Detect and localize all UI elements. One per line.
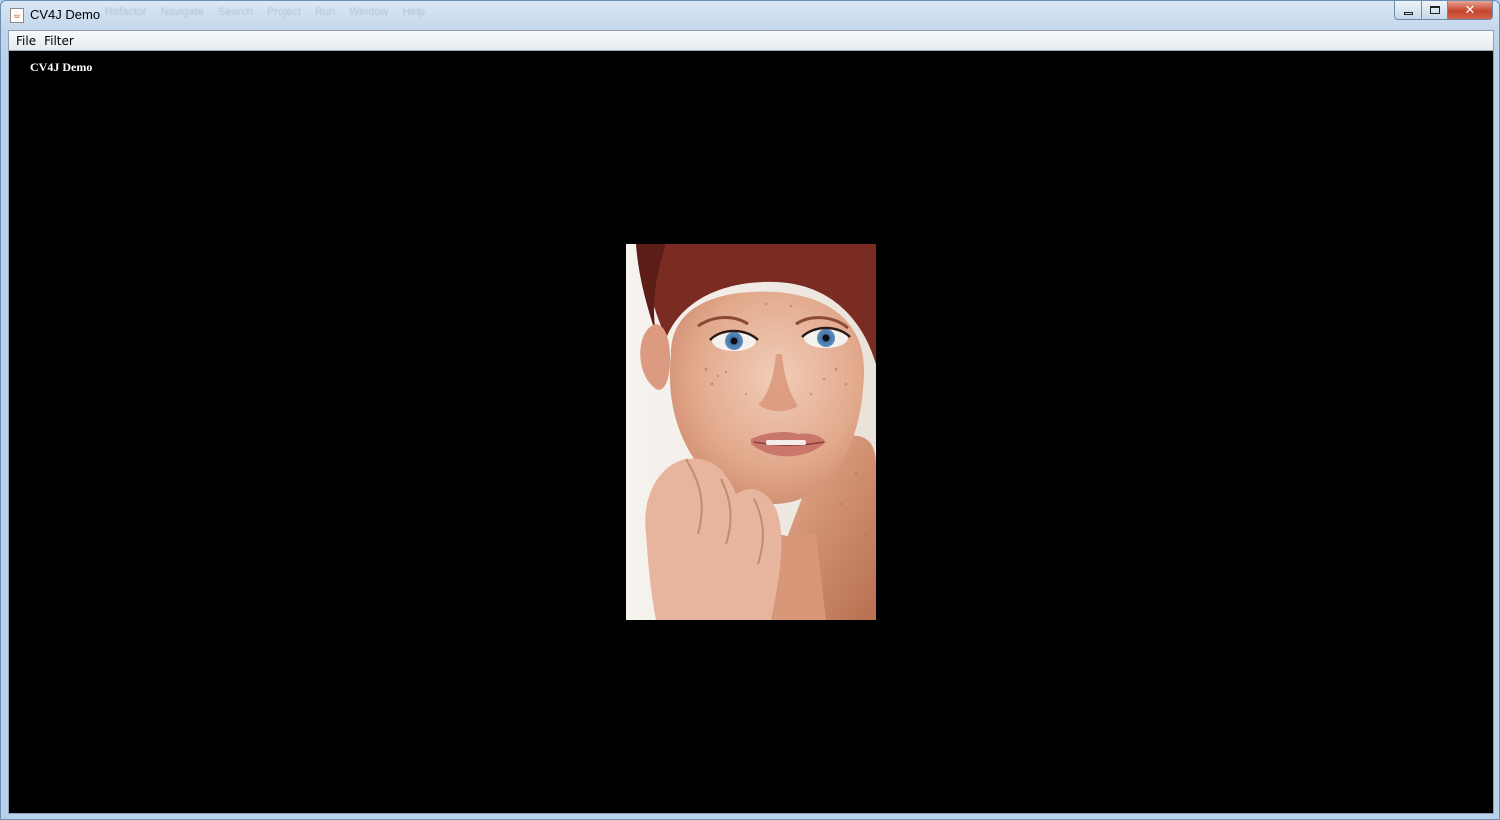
- canvas-title: CV4J Demo: [30, 60, 93, 74]
- title-bar[interactable]: ☕ CV4J Demo Refactor Navigate Search Pro…: [1, 1, 1499, 30]
- client-area: File Filter CV4J Demo: [8, 30, 1494, 814]
- minimize-icon: [1403, 11, 1413, 15]
- background-window-ghost-menu: Refactor Navigate Search Project Run Win…: [105, 6, 425, 18]
- menu-bar: File Filter: [9, 31, 1493, 51]
- maximize-button[interactable]: [1421, 1, 1447, 20]
- window-title: CV4J Demo: [30, 7, 101, 22]
- ghost-menu-item: Help: [402, 6, 426, 18]
- ghost-menu-item: Project: [266, 6, 302, 18]
- close-icon: ✕: [1464, 2, 1476, 18]
- portrait-photo-illustration: [626, 244, 876, 620]
- ghost-menu-item: Run: [315, 6, 336, 18]
- ghost-menu-item: Window: [349, 6, 389, 18]
- minimize-button[interactable]: [1394, 1, 1421, 20]
- image-canvas: CV4J Demo: [9, 52, 1493, 813]
- ghost-menu-item: Navigate: [160, 6, 204, 18]
- close-button[interactable]: ✕: [1447, 1, 1493, 20]
- menu-file[interactable]: File: [12, 32, 40, 50]
- maximize-icon: [1429, 6, 1440, 14]
- menu-filter[interactable]: Filter: [40, 32, 78, 50]
- app-window: ☕ CV4J Demo Refactor Navigate Search Pro…: [0, 0, 1500, 820]
- window-controls: ✕: [1394, 1, 1493, 20]
- ghost-menu-item: Search: [218, 6, 253, 18]
- ghost-menu-item: Refactor: [105, 6, 147, 18]
- portrait-photo: [626, 244, 876, 620]
- java-app-icon[interactable]: ☕: [10, 8, 24, 23]
